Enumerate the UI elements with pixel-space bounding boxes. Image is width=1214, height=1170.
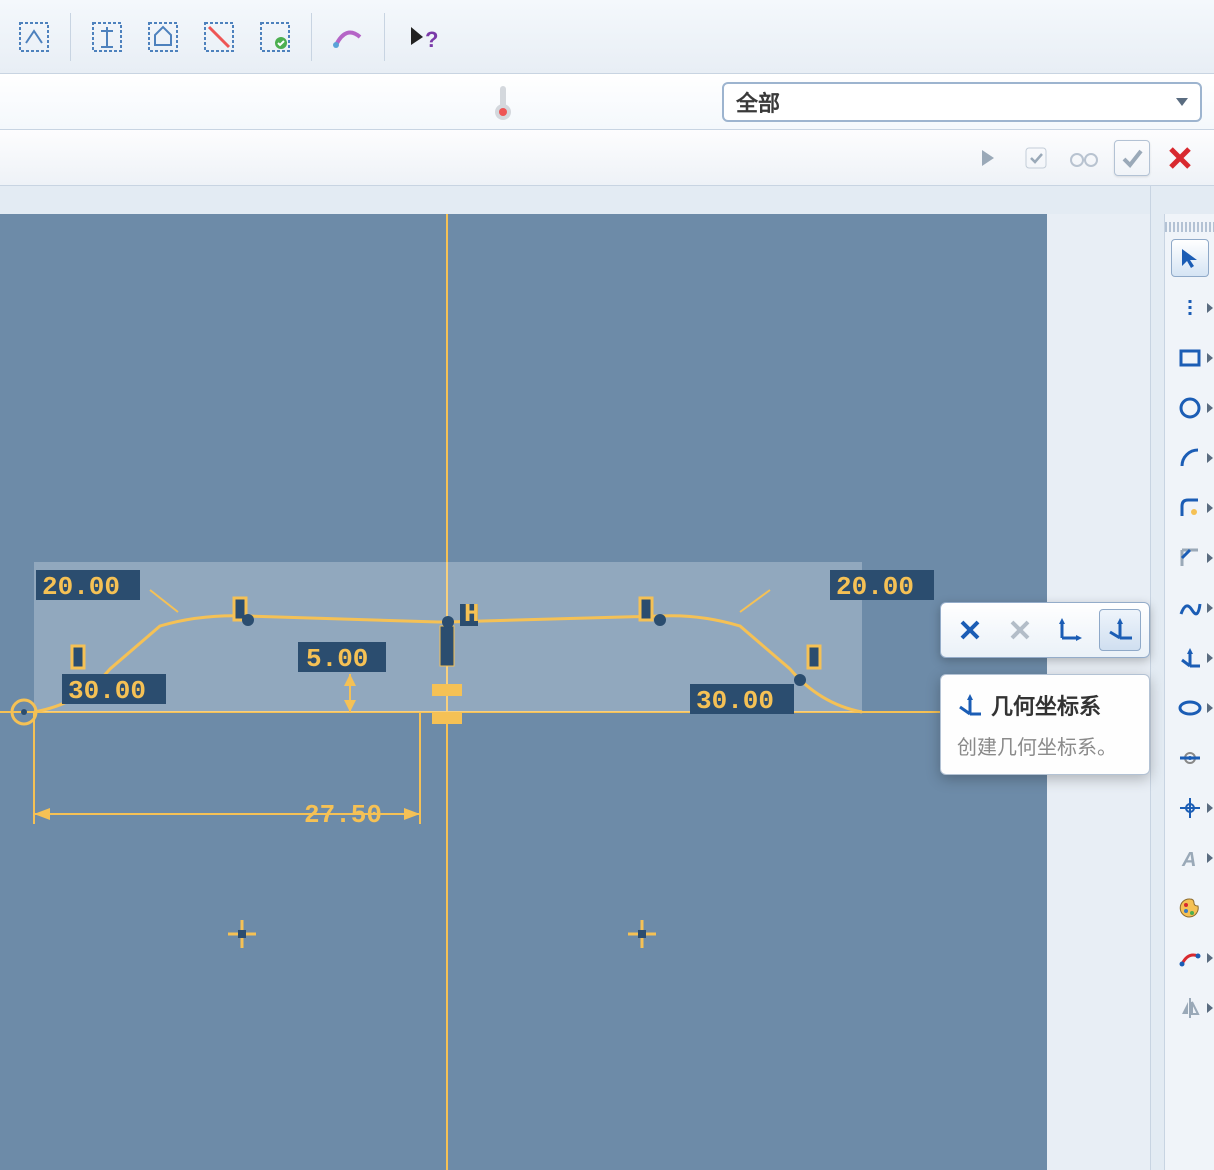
cancel-button[interactable] <box>1162 140 1198 176</box>
flyout-indicator <box>1207 403 1213 413</box>
flyout-indicator <box>1207 1003 1213 1013</box>
tool-help-button[interactable]: ? <box>395 11 447 63</box>
tool-curve-button[interactable] <box>322 11 374 63</box>
action-bar <box>0 130 1214 186</box>
sidebar-gutter <box>1150 186 1164 1170</box>
separator <box>311 13 312 61</box>
constraint-tool[interactable] <box>1171 939 1209 977</box>
coordinate-system-tool[interactable] <box>1171 639 1209 677</box>
flyout-indicator <box>1207 553 1213 563</box>
spline-tool[interactable] <box>1171 589 1209 627</box>
dropdown-value: 全部 <box>736 86 780 118</box>
tooltip-description: 创建几何坐标系。 <box>957 731 1133 760</box>
flyout-indicator <box>1207 303 1213 313</box>
svg-text:A: A <box>1181 849 1196 870</box>
filter-dropdown[interactable]: 全部 <box>722 82 1202 122</box>
sketch-canvas[interactable]: H 20.00 20.00 30.00 <box>0 214 1047 1170</box>
flyout-indicator <box>1207 453 1213 463</box>
dim-label: 30.00 <box>68 676 146 706</box>
flyout-indicator <box>1207 803 1213 813</box>
chamfer-tool[interactable] <box>1171 539 1209 577</box>
flyout-indicator <box>1207 353 1213 363</box>
axis-2d-option[interactable] <box>1049 609 1091 651</box>
dim-label: 20.00 <box>42 572 120 602</box>
fillet-tool[interactable] <box>1171 489 1209 527</box>
tool-c-button[interactable] <box>137 11 189 63</box>
tool-e-button[interactable] <box>249 11 301 63</box>
svg-text:?: ? <box>425 27 438 52</box>
axis-3d-option[interactable] <box>1099 609 1141 651</box>
check-small-button[interactable] <box>1018 140 1054 176</box>
canvas-header-strip <box>0 186 1214 214</box>
flyout-indicator <box>1207 703 1213 713</box>
dim-label: 5.00 <box>306 644 368 674</box>
tooltip-title-text: 几何坐标系 <box>991 689 1101 721</box>
circle-tool[interactable] <box>1171 389 1209 427</box>
workspace: H 20.00 20.00 30.00 <box>0 186 1214 1170</box>
dim-label: 20.00 <box>836 572 914 602</box>
mirror-tool[interactable] <box>1171 989 1209 1027</box>
ellipse-tool[interactable] <box>1171 689 1209 727</box>
flyout-indicator <box>1207 503 1213 513</box>
cross-marker-grey-option[interactable] <box>999 609 1041 651</box>
ok-button[interactable] <box>1114 140 1150 176</box>
tooltip: 几何坐标系 创建几何坐标系。 <box>940 674 1150 775</box>
flyout-indicator <box>1207 603 1213 613</box>
dim-label: 30.00 <box>696 686 774 716</box>
rectangle-tool[interactable] <box>1171 339 1209 377</box>
arc-tool[interactable] <box>1171 439 1209 477</box>
glasses-button[interactable] <box>1066 140 1102 176</box>
flyout-indicator <box>1207 853 1213 863</box>
point-tool[interactable] <box>1171 289 1209 327</box>
palette-tool[interactable] <box>1171 889 1209 927</box>
secondary-toolbar: 全部 <box>0 74 1214 130</box>
coordinate-flyout <box>940 602 1150 658</box>
tangent-line-tool[interactable] <box>1171 739 1209 777</box>
flyout-indicator <box>1207 953 1213 963</box>
tool-d-button[interactable] <box>193 11 245 63</box>
cross-marker-option[interactable] <box>949 609 991 651</box>
play-button[interactable] <box>970 140 1006 176</box>
text-tool[interactable]: A <box>1171 839 1209 877</box>
h-label: H <box>464 599 480 629</box>
dim-label: 27.50 <box>304 800 382 830</box>
separator <box>70 13 71 61</box>
select-arrow-tool[interactable] <box>1171 239 1209 277</box>
axis-icon <box>957 692 983 718</box>
tool-b-button[interactable] <box>81 11 133 63</box>
centerline-tool[interactable] <box>1171 789 1209 827</box>
sidebar-grip[interactable] <box>1165 222 1214 232</box>
sketch-sidebar: A <box>1164 214 1214 1170</box>
tool-a-button[interactable] <box>8 11 60 63</box>
separator <box>384 13 385 61</box>
top-toolbar: ? <box>0 0 1214 74</box>
thermometer-icon[interactable] <box>488 82 518 122</box>
flyout-indicator <box>1207 653 1213 663</box>
